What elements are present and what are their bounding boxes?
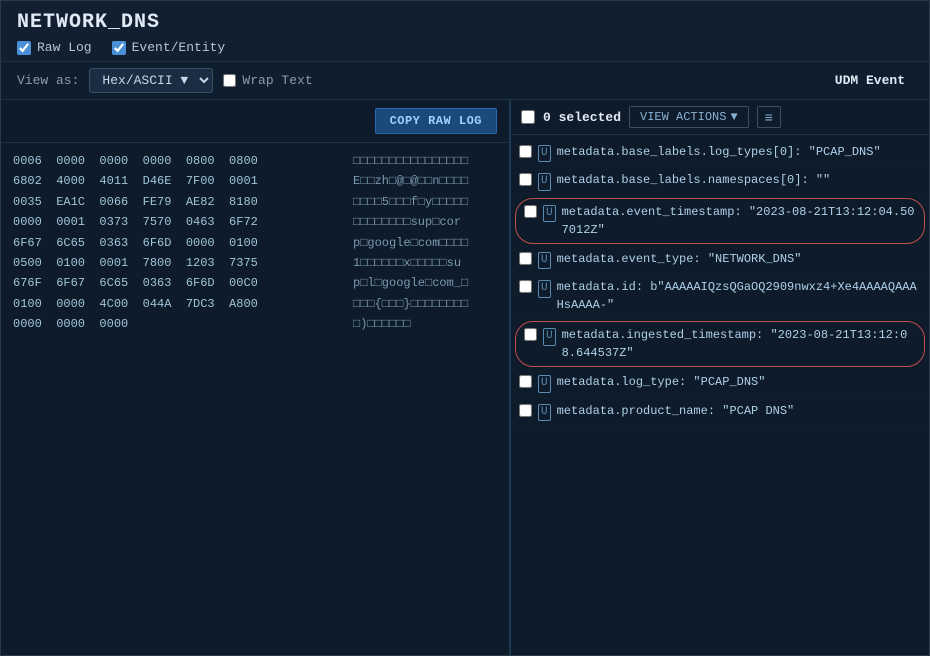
hex-panel: COPY RAW LOG 0006 0000 0000 0000 0800 08… [1,100,511,655]
ascii-column: □□□□□□□□□□□□□□□□ E□□zh□@□@□□n□□□□ □□□□5□… [345,151,505,647]
udm-list: U metadata.base_labels.log_types[0]: "PC… [511,135,929,655]
hex-column: 0006 0000 0000 0000 0800 0800 6802 4000 … [5,151,345,647]
udm-item-checkbox-1[interactable] [519,145,532,158]
udm-item-checkbox-3[interactable] [524,205,537,218]
udm-item-6: 2 U metadata.ingested_timestamp: "2023-0… [515,321,925,367]
udm-type-icon-8: U [538,404,551,421]
udm-item-3: 1 U metadata.event_timestamp: "2023-08-2… [515,198,925,244]
view-actions-button[interactable]: VIEW ACTIONS ▼ [629,106,749,128]
udm-panel: 0 selected VIEW ACTIONS ▼ ≡ U metadata.b… [511,100,929,655]
copy-row: COPY RAW LOG [1,100,509,143]
event-entity-checkbox-label[interactable]: Event/Entity [112,40,226,55]
udm-item-text-6: metadata.ingested_timestamp: "2023-08-21… [562,326,916,362]
filter-button[interactable]: ≡ [757,106,781,128]
raw-log-checkbox[interactable] [17,41,31,55]
udm-item-1: U metadata.base_labels.log_types[0]: "PC… [511,139,929,167]
view-actions-label: VIEW ACTIONS [640,110,726,124]
udm-item-checkbox-2[interactable] [519,173,532,186]
udm-item-text-1: metadata.base_labels.log_types[0]: "PCAP… [557,143,881,161]
copy-raw-log-button[interactable]: COPY RAW LOG [375,108,497,134]
udm-item-checkbox-6[interactable] [524,328,537,341]
udm-type-icon-6: U [543,328,556,345]
filter-icon: ≡ [765,109,773,125]
udm-type-icon-3: U [543,205,556,222]
udm-item-8: U metadata.product_name: "PCAP DNS" [511,398,929,426]
header: NETWORK_DNS Raw Log Event/Entity [1,1,929,62]
udm-type-icon-2: U [538,173,551,190]
event-entity-checkbox[interactable] [112,41,126,55]
udm-item-text-8: metadata.product_name: "PCAP DNS" [557,402,795,420]
udm-item-text-4: metadata.event_type: "NETWORK_DNS" [557,250,802,268]
chevron-down-icon: ▼ [730,110,737,124]
select-all-checkbox[interactable] [521,110,535,124]
udm-item-checkbox-7[interactable] [519,375,532,388]
udm-type-icon-7: U [538,375,551,392]
wrap-text-text: Wrap Text [242,73,312,88]
udm-toolbar: 0 selected VIEW ACTIONS ▼ ≡ [511,100,929,135]
view-as-label: View as: [17,73,79,88]
udm-item-text-3: metadata.event_timestamp: "2023-08-21T13… [562,203,916,239]
udm-type-icon-1: U [538,145,551,162]
header-checkboxes: Raw Log Event/Entity [17,40,913,55]
hex-content: 0006 0000 0000 0000 0800 0800 6802 4000 … [1,143,509,655]
udm-item-checkbox-5[interactable] [519,280,532,293]
wrap-text-checkbox[interactable] [223,74,236,87]
udm-item-text-7: metadata.log_type: "PCAP_DNS" [557,373,766,391]
view-as-select[interactable]: Hex/ASCII ▼ ASCII Hex [89,68,213,93]
selected-count: 0 selected [543,110,621,125]
toolbar: View as: Hex/ASCII ▼ ASCII Hex Wrap Text… [1,62,929,100]
event-entity-label: Event/Entity [132,40,226,55]
udm-type-icon-4: U [538,252,551,269]
udm-item-7: U metadata.log_type: "PCAP_DNS" [511,369,929,397]
main-content: COPY RAW LOG 0006 0000 0000 0000 0800 08… [1,100,929,655]
raw-log-checkbox-label[interactable]: Raw Log [17,40,92,55]
udm-event-label: UDM Event [835,73,913,88]
udm-item-text-2: metadata.base_labels.namespaces[0]: "" [557,171,831,189]
udm-item-4: U metadata.event_type: "NETWORK_DNS" [511,246,929,274]
wrap-text-label[interactable]: Wrap Text [223,73,312,88]
udm-item-5: U metadata.id: b"AAAAAIQzsQGaOQ2909nwxz4… [511,274,929,319]
toolbar-left: View as: Hex/ASCII ▼ ASCII Hex Wrap Text [17,68,819,93]
app-container: NETWORK_DNS Raw Log Event/Entity View as… [0,0,930,656]
udm-item-text-5: metadata.id: b"AAAAAIQzsQGaOQ2909nwxz4+X… [557,278,921,314]
raw-log-label: Raw Log [37,40,92,55]
udm-item-2: U metadata.base_labels.namespaces[0]: "" [511,167,929,195]
page-title: NETWORK_DNS [17,11,913,34]
udm-item-checkbox-8[interactable] [519,404,532,417]
udm-type-icon-5: U [538,280,551,297]
udm-item-checkbox-4[interactable] [519,252,532,265]
